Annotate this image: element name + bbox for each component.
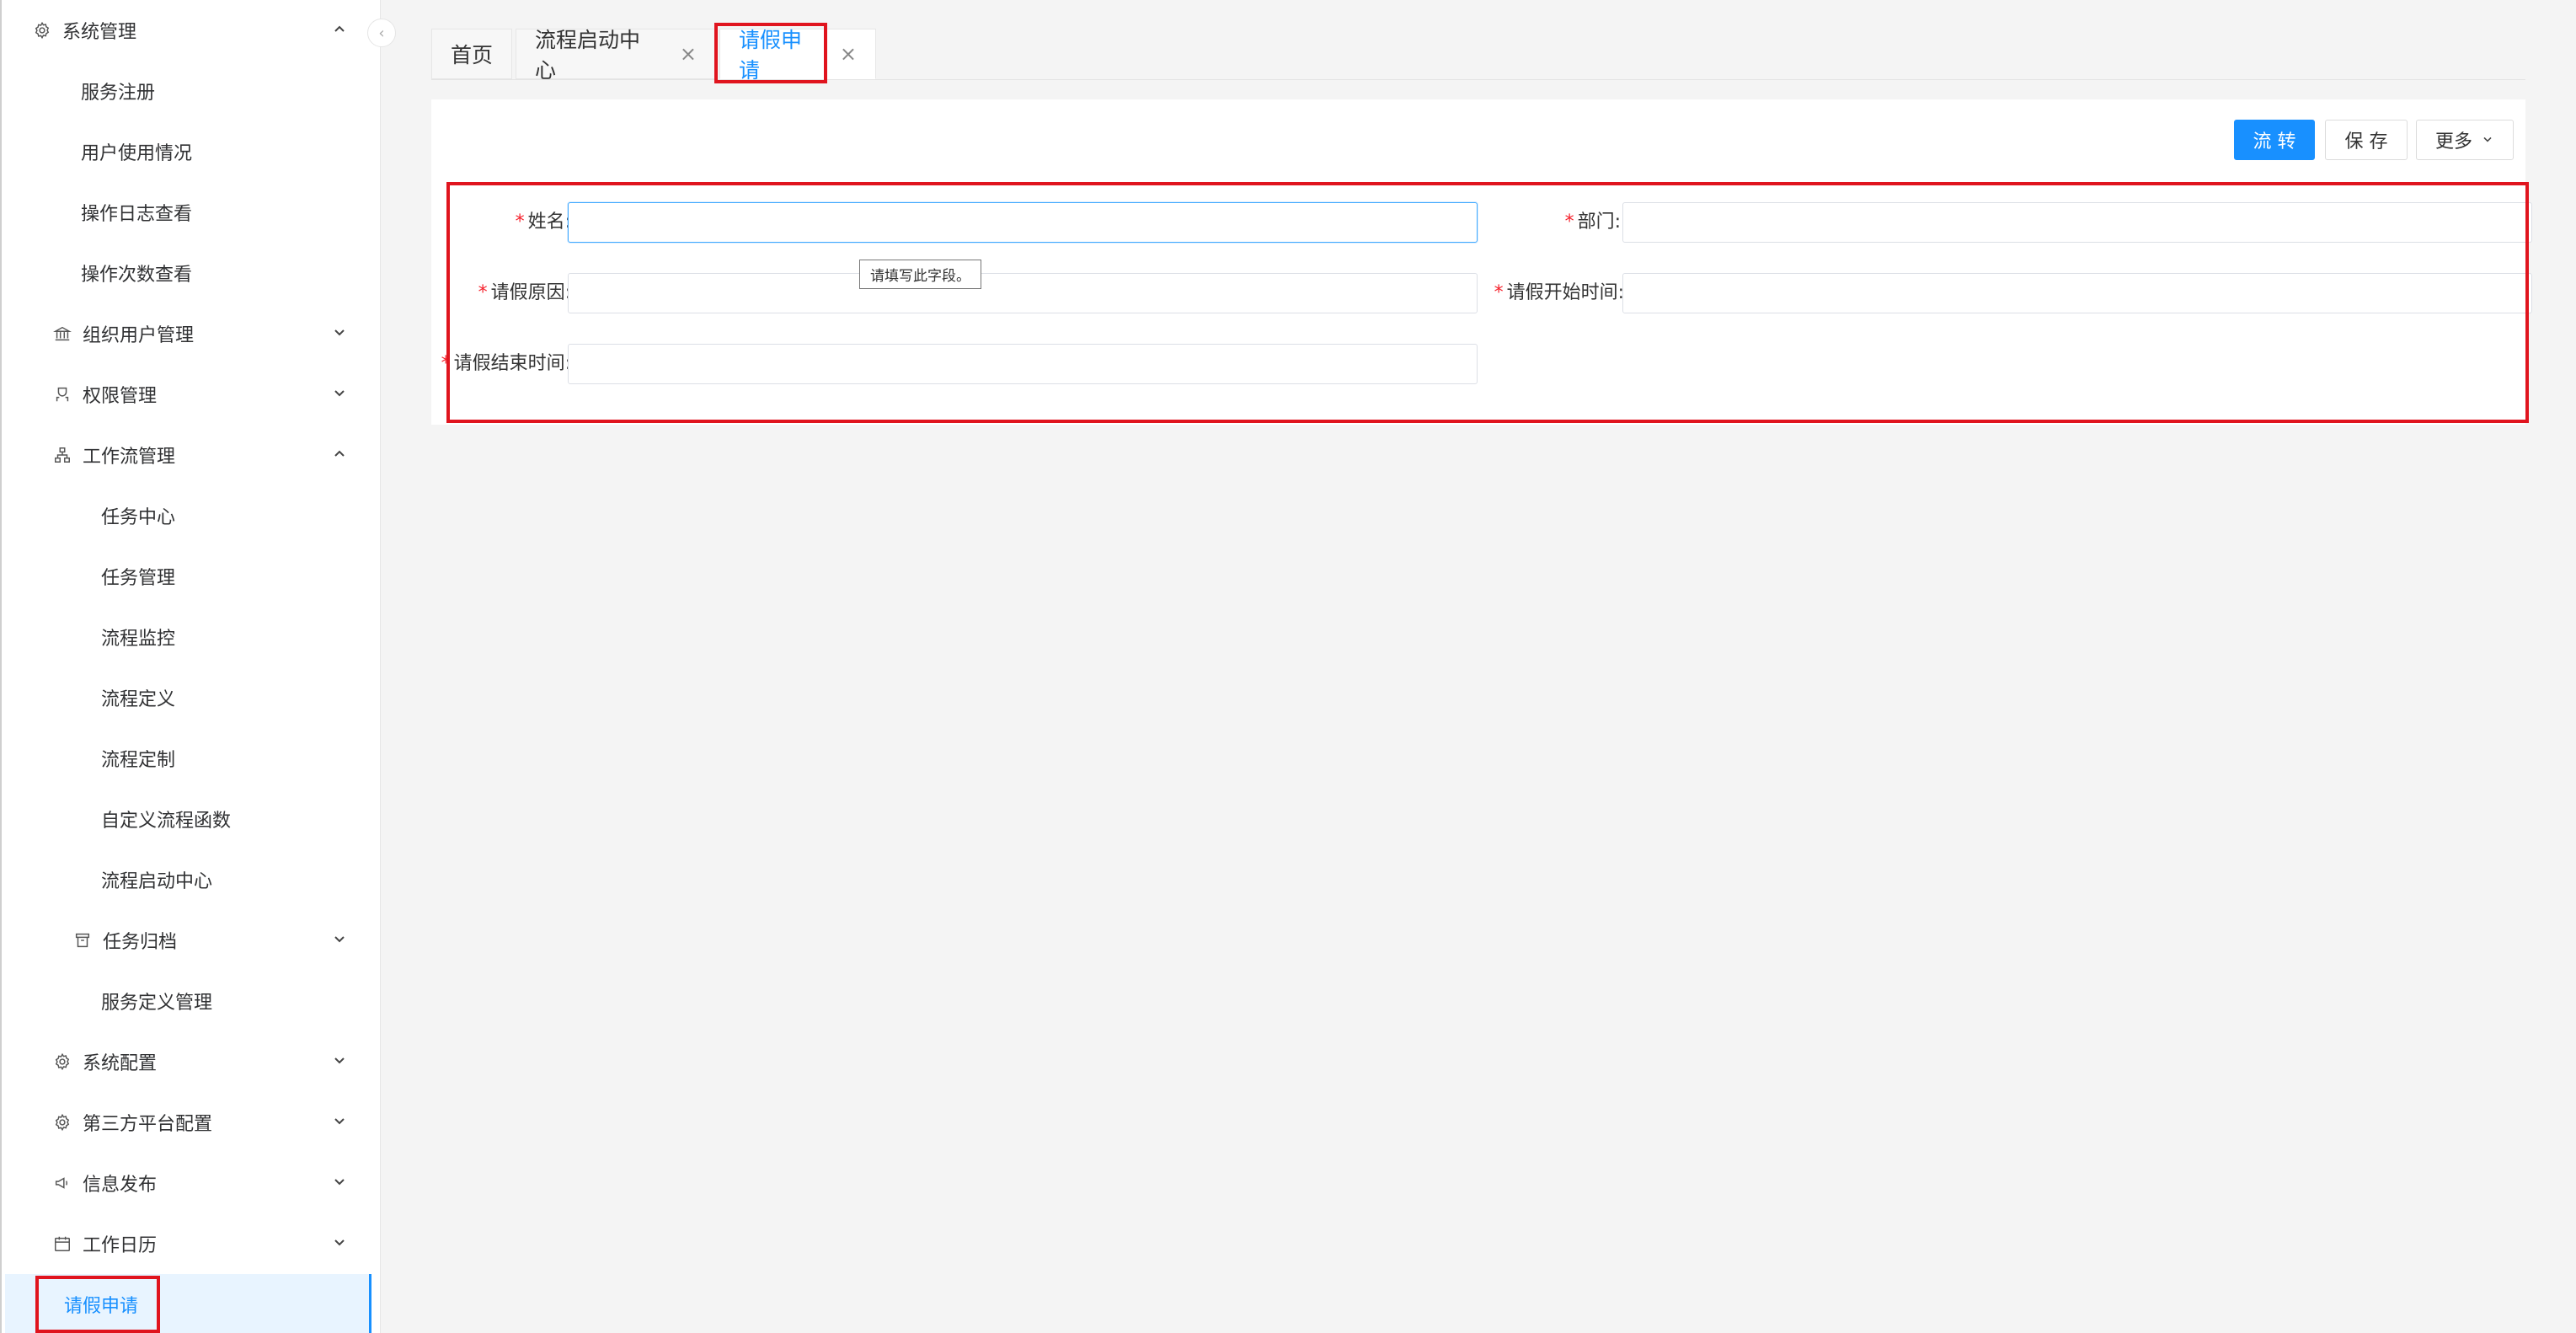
sidebar-item-label: 服务注册 (81, 83, 156, 104)
bank-icon (52, 324, 72, 344)
close-icon[interactable]: × (840, 42, 857, 66)
reason-label: *请假原因: (478, 282, 571, 303)
required-mark: * (515, 211, 525, 233)
sidebar-item-label: 流程监控 (101, 629, 176, 650)
sidebar-item-process-definition[interactable]: 流程定义 (2, 667, 380, 728)
sidebar-item-label: 第三方平台配置 (83, 1114, 213, 1135)
sidebar-item-label: 请假申请 (64, 1296, 139, 1317)
sidebar-item-permission-management[interactable]: 权限管理 (2, 364, 380, 425)
sidebar-item-process-monitor[interactable]: 流程监控 (2, 607, 380, 667)
sidebar-item-label: 任务归档 (103, 932, 178, 953)
chevron-down-icon (331, 930, 348, 947)
sidebar-item-label: 任务管理 (101, 568, 176, 589)
sidebar-item-user-usage[interactable]: 用户使用情况 (2, 121, 380, 182)
archive-icon (72, 930, 93, 950)
validation-tooltip: 请填写此字段。 (859, 260, 981, 289)
save-button[interactable]: 保 存 (2325, 120, 2408, 160)
chevron-down-icon (331, 1112, 348, 1129)
close-icon[interactable]: × (680, 42, 697, 66)
sidebar-collapse-button[interactable]: ‹ (367, 19, 396, 47)
sidebar-item-info-publish[interactable]: 信息发布 (2, 1153, 380, 1213)
sidebar-item-label: 操作日志查看 (81, 204, 193, 225)
sidebar-item-system-config[interactable]: 系统配置 (2, 1031, 380, 1092)
sidebar-item-label: 权限管理 (83, 386, 158, 407)
start-time-label: * 请假开始时间: (1494, 282, 1624, 303)
sidebar-item-task-archive[interactable]: 任务归档 (2, 910, 380, 971)
form-panel: 流 转 保 存 更多 *姓名: *部门: *请假原因: *请假开始时间: *请假… (431, 99, 2532, 425)
chevron-up-icon (331, 445, 348, 462)
name-input[interactable] (568, 202, 1478, 243)
sidebar-item-label: 工作日历 (83, 1235, 158, 1256)
chevron-down-icon (331, 1052, 348, 1068)
transfer-button[interactable]: 流 转 (2234, 120, 2315, 160)
chevron-down-icon (331, 324, 348, 340)
sidebar-item-process-customization[interactable]: 流程定制 (2, 728, 380, 789)
end-time-label: *请假结束时间: (441, 353, 571, 374)
calendar-icon (52, 1234, 72, 1254)
tab-home[interactable]: 首页 (431, 29, 512, 79)
sidebar-item-third-party-config[interactable]: 第三方平台配置 (2, 1092, 380, 1153)
chevron-left-icon: ‹ (378, 24, 385, 42)
sidebar-item-org-user-management[interactable]: 组织用户管理 (2, 303, 380, 364)
tab-label: 流程启动中心 (535, 28, 641, 83)
sidebar-item-label: 自定义流程函数 (101, 811, 232, 832)
tab-label: 请假申请 (739, 28, 803, 83)
tab-bar: 首页 流程启动中心 × 请假申请 × (431, 28, 2525, 83)
sidebar-item-workflow-management[interactable]: 工作流管理 (2, 425, 380, 485)
sidebar-item-label: 信息发布 (83, 1175, 158, 1196)
tab-label: 首页 (451, 43, 494, 67)
sidebar-item-label: 操作次数查看 (81, 265, 193, 286)
sidebar-item-label: 系统管理 (62, 22, 137, 43)
sidebar: 系统管理 服务注册 用户使用情况 操作日志查看 操作次数查看 组织用户管理 权限… (0, 0, 381, 1333)
gear-icon (52, 1052, 72, 1072)
end-time-input[interactable] (568, 344, 1478, 384)
start-time-input[interactable] (1622, 273, 2532, 313)
reason-input[interactable] (568, 273, 1478, 313)
sidebar-item-label: 流程定制 (101, 750, 176, 771)
required-mark: * (441, 353, 451, 374)
more-button-label: 更多 (2434, 131, 2472, 153)
sidebar-item-label: 流程启动中心 (101, 871, 213, 892)
tab-leave-request[interactable]: 请假申请 × (719, 28, 876, 83)
sidebar-item-operation-log[interactable]: 操作日志查看 (2, 182, 380, 243)
tab-process-launch-center[interactable]: 流程启动中心 × (516, 28, 716, 83)
sidebar-item-label: 用户使用情况 (81, 143, 193, 164)
sidebar-item-operation-count[interactable]: 操作次数查看 (2, 243, 380, 303)
sidebar-item-label: 流程定义 (101, 689, 176, 710)
sidebar-item-service-registry[interactable]: 服务注册 (2, 61, 380, 121)
sidebar-item-custom-process-function[interactable]: 自定义流程函数 (2, 789, 380, 849)
sidebar-item-label: 系统配置 (83, 1053, 158, 1074)
megaphone-icon (52, 1173, 72, 1193)
required-mark: * (1494, 282, 1504, 303)
sidebar-item-task-management[interactable]: 任务管理 (2, 546, 380, 607)
gear-icon (32, 20, 52, 40)
sidebar-item-work-calendar[interactable]: 工作日历 (2, 1213, 380, 1274)
transfer-button-label: 流 转 (2253, 131, 2296, 153)
sidebar-item-service-definition[interactable]: 服务定义管理 (2, 971, 380, 1031)
department-input[interactable] (1622, 202, 2532, 243)
chevron-up-icon (331, 20, 348, 37)
sidebar-item-system-management[interactable]: 系统管理 (2, 0, 380, 61)
name-label: *姓名: (515, 211, 571, 233)
sidebar-item-label: 组织用户管理 (83, 325, 195, 346)
workflow-icon (52, 445, 72, 465)
more-button[interactable]: 更多 (2416, 120, 2514, 160)
sidebar-item-process-launch-center[interactable]: 流程启动中心 (2, 849, 380, 910)
gear-icon (52, 1112, 72, 1132)
app-root: 系统管理 服务注册 用户使用情况 操作日志查看 操作次数查看 组织用户管理 权限… (0, 0, 2576, 1333)
chevron-down-icon (331, 384, 348, 401)
sidebar-item-label: 工作流管理 (83, 447, 176, 468)
sidebar-item-label: 任务中心 (101, 507, 176, 528)
user-icon (52, 384, 72, 404)
sidebar-item-task-center[interactable]: 任务中心 (2, 485, 380, 546)
sidebar-item-label: 服务定义管理 (101, 993, 213, 1014)
sidebar-item-leave-request[interactable]: 请假申请 (5, 1274, 371, 1333)
save-button-label: 保 存 (2344, 131, 2388, 153)
chevron-down-icon (331, 1234, 348, 1250)
chevron-down-icon (2472, 130, 2494, 151)
chevron-down-icon (331, 1173, 348, 1190)
department-label: * 部门: (1564, 211, 1621, 233)
required-mark: * (478, 282, 488, 303)
required-mark: * (1564, 211, 1574, 233)
